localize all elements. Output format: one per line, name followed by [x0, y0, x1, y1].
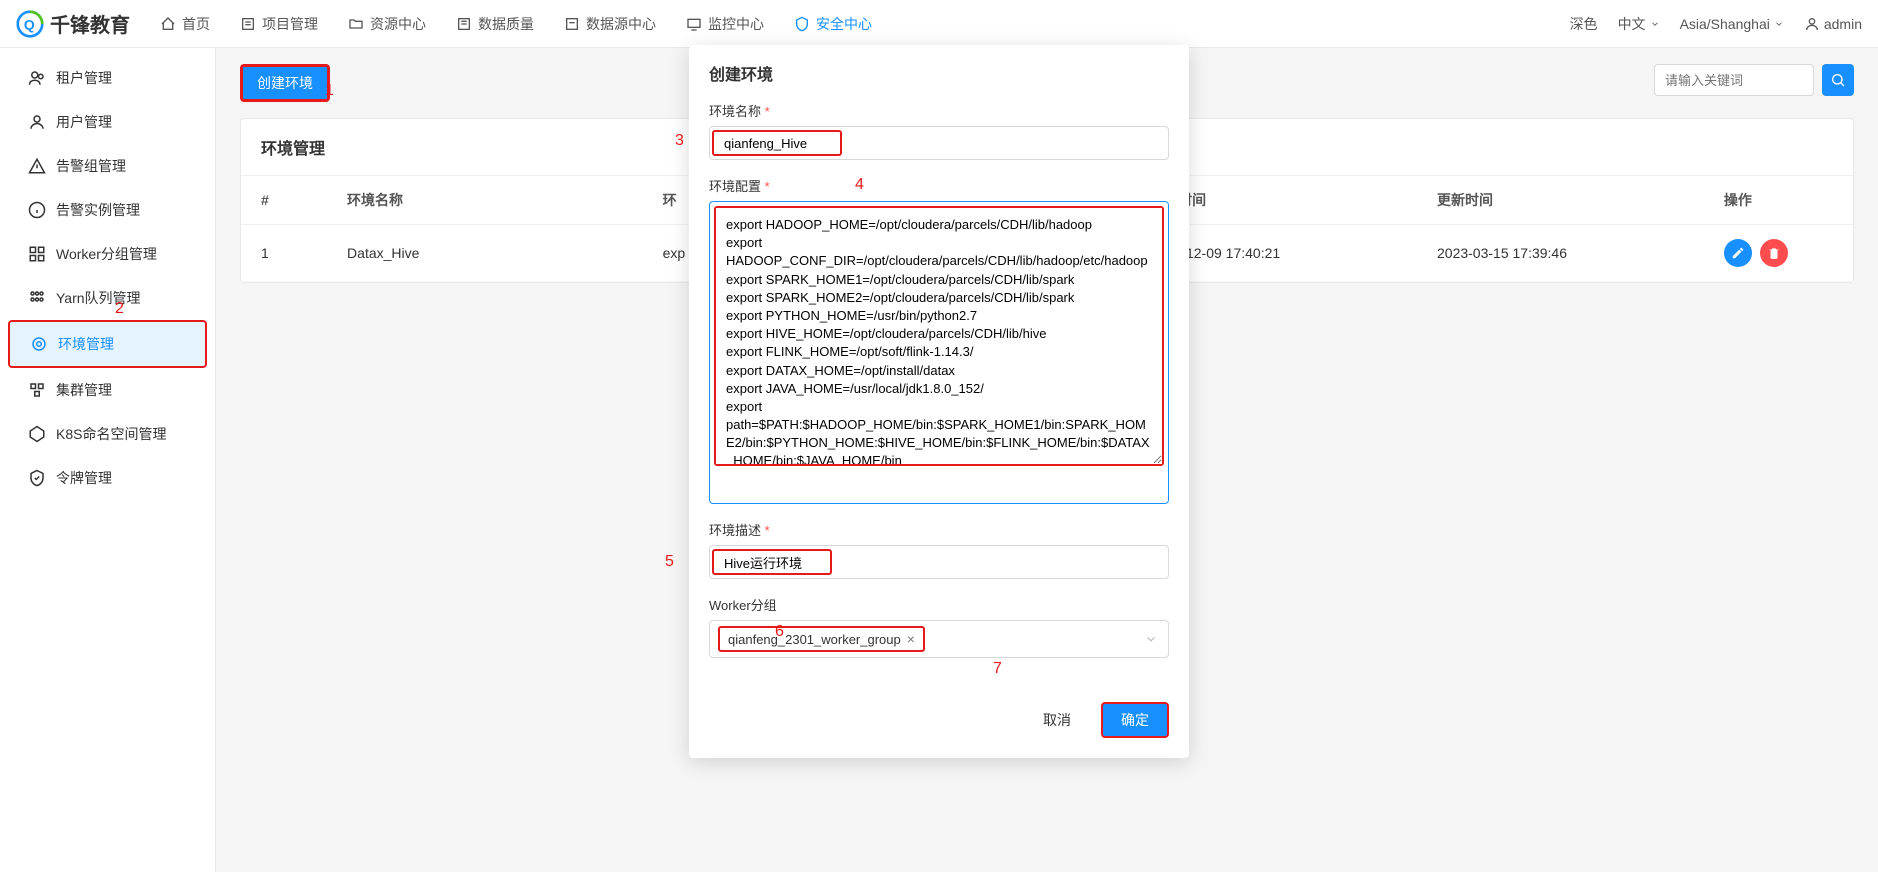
label-config-text: 环境配置	[709, 179, 761, 194]
form-group-name: 环境名称 *	[709, 101, 1169, 160]
modal-footer: 取消 确定	[689, 690, 1189, 758]
create-env-modal: 创建环境 环境名称 * 环境配置 * 环境描述 *	[689, 45, 1189, 758]
env-name-input[interactable]	[712, 130, 842, 156]
modal-title: 创建环境	[689, 45, 1189, 101]
tag-remove-icon[interactable]: ×	[907, 631, 915, 647]
modal-overlay: 创建环境 环境名称 * 环境配置 * 环境描述 *	[0, 0, 1878, 872]
label-worker: Worker分组	[709, 595, 1169, 614]
label-config: 环境配置 *	[709, 176, 1169, 195]
form-group-config: 环境配置 *	[709, 176, 1169, 504]
label-desc: 环境描述 *	[709, 520, 1169, 539]
form-group-worker: Worker分组 qianfeng_2301_worker_group ×	[709, 595, 1169, 658]
env-desc-input[interactable]	[712, 549, 832, 575]
env-config-textarea[interactable]	[714, 206, 1164, 466]
label-name: 环境名称 *	[709, 101, 1169, 120]
worker-group-select[interactable]: qianfeng_2301_worker_group ×	[709, 620, 1169, 658]
modal-body: 环境名称 * 环境配置 * 环境描述 * Worker分组	[689, 101, 1189, 690]
label-desc-text: 环境描述	[709, 523, 761, 538]
ok-button[interactable]: 确定	[1101, 702, 1169, 738]
worker-tag: qianfeng_2301_worker_group ×	[718, 626, 925, 652]
label-name-text: 环境名称	[709, 104, 761, 119]
chevron-down-icon	[1144, 632, 1158, 646]
worker-tag-label: qianfeng_2301_worker_group	[728, 632, 901, 647]
form-group-desc: 环境描述 *	[709, 520, 1169, 579]
cancel-button[interactable]: 取消	[1025, 702, 1089, 738]
